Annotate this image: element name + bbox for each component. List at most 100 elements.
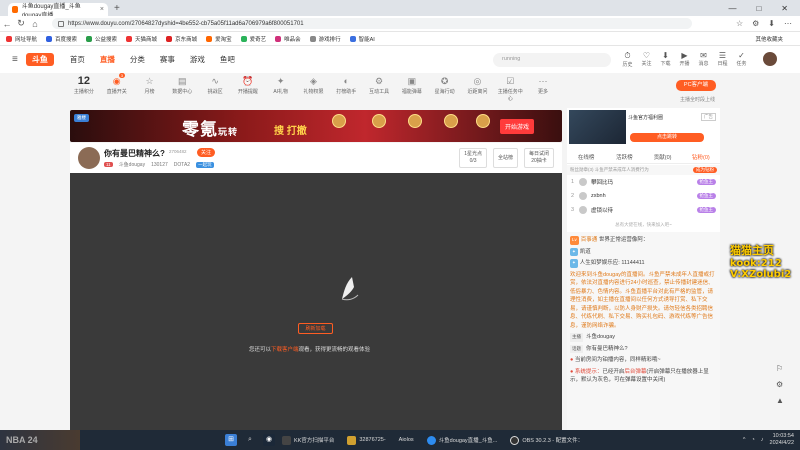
bookmark-item[interactable]: 唯品会: [275, 35, 301, 43]
become-fan-button[interactable]: 成为钻粉: [693, 167, 717, 173]
anchor-name[interactable]: 斗鱼dougay: [119, 161, 145, 168]
wifi-icon[interactable]: ◔: [751, 437, 754, 443]
tab-contribution[interactable]: 贡献(0): [644, 152, 682, 163]
tab-active[interactable]: 活跃榜: [605, 152, 643, 163]
feedback-icon[interactable]: ⚐: [776, 364, 784, 373]
bookmark-item[interactable]: 爱淘宝: [206, 35, 232, 43]
schedule-button[interactable]: ☰ 日程: [716, 51, 729, 68]
video-player[interactable]: [70, 173, 562, 430]
tab-diamond-fans[interactable]: 钻粉(0): [682, 152, 720, 163]
func-item[interactable]: ◐ 打榜助手: [332, 75, 360, 95]
volume-icon[interactable]: ♪: [761, 437, 764, 443]
list-item[interactable]: 3 虚锁以待 抢鱼王: [567, 204, 720, 216]
starlight-box[interactable]: 1星光点 0/3: [459, 148, 487, 168]
pc-client-button[interactable]: PC客户端: [676, 80, 716, 91]
daily-box[interactable]: 每日试闭 20抽卡: [523, 148, 554, 168]
bookmark-item[interactable]: 百度搜索: [46, 35, 77, 43]
level-item[interactable]: 12 主播积分: [70, 75, 98, 95]
nav-games[interactable]: 游戏: [190, 54, 205, 65]
func-item[interactable]: ⋯ 更多: [529, 75, 557, 95]
close-tab-icon[interactable]: ×: [100, 6, 104, 13]
close-window-icon[interactable]: ✕: [781, 4, 788, 13]
func-item[interactable]: ✪ 星海行动: [431, 75, 459, 95]
home-icon[interactable]: ⌂: [28, 19, 42, 29]
back-icon[interactable]: ←: [0, 19, 14, 29]
nav-home[interactable]: 首页: [70, 54, 85, 65]
download-button[interactable]: ⬇ 下载: [659, 51, 672, 68]
func-item[interactable]: ⚙ 互动工具: [365, 75, 393, 95]
category-badge[interactable]: 一起玩: [196, 161, 214, 168]
list-item[interactable]: 1 攀回比玛 抢鱼王: [567, 176, 720, 188]
message-button[interactable]: ✉ 消息: [697, 51, 710, 68]
task-button[interactable]: ✓ 任务: [735, 51, 748, 68]
refresh-button[interactable]: 刷新加载: [298, 323, 333, 334]
windows-start-icon[interactable]: ⊞: [225, 434, 237, 446]
bookmark-item[interactable]: 网址导航: [6, 35, 37, 43]
download-icon[interactable]: ⬇: [768, 19, 775, 28]
bookmark-item[interactable]: 公益搜索: [86, 35, 117, 43]
func-item[interactable]: ◈ 礼物权限: [300, 75, 328, 95]
bookmark-item[interactable]: 京东商城: [166, 35, 197, 43]
minimize-icon[interactable]: —: [728, 4, 736, 13]
star-icon[interactable]: ☆: [736, 19, 743, 28]
browser-tab[interactable]: 斗鱼dougay直播_斗鱼dougay直播... ×: [8, 3, 108, 19]
taskbar-app[interactable]: OBS 30.2.3 - 配置文件：: [510, 435, 583, 445]
func-item[interactable]: ▤ 数据中心: [168, 75, 196, 95]
follow-button[interactable]: 关注: [197, 148, 216, 157]
start-game-button[interactable]: 开始游戏: [500, 119, 535, 134]
steam-icon[interactable]: ◉: [263, 434, 275, 446]
chat-message: ✦ 凯道: [570, 247, 591, 256]
other-bookmarks[interactable]: 其他收藏夹: [755, 35, 791, 43]
extensions-icon[interactable]: ⚙: [752, 19, 759, 28]
history-button[interactable]: ⏱ 历史: [621, 51, 634, 68]
func-item[interactable]: ⏰ 开播提醒: [234, 75, 262, 95]
func-item[interactable]: ▣ 福能弹幕: [398, 75, 426, 95]
broadcast-button[interactable]: ▶ 开播: [678, 51, 691, 68]
site-rank-box[interactable]: 全站榜: [492, 148, 518, 168]
func-item[interactable]: ∿ 挑战区: [201, 75, 229, 95]
follow-button[interactable]: ♡ 关注: [640, 51, 653, 68]
main-nav: 首页 直播 分类 赛事 游戏 鱼吧: [70, 54, 235, 65]
menu-icon[interactable]: ⋯: [784, 19, 792, 28]
monthly-rank-icon: ☆: [145, 76, 154, 86]
hamburger-menu-icon[interactable]: ≡: [12, 54, 18, 65]
taskbar-app[interactable]: Aiolos: [399, 437, 414, 443]
promo-jump-button[interactable]: 点击跳转: [630, 133, 704, 142]
url-field[interactable]: https://www.douyu.com/27064827dyshid=4be…: [52, 18, 692, 29]
bookmark-item[interactable]: 天猫商城: [126, 35, 157, 43]
bookmark-item[interactable]: 爱奇艺: [240, 35, 266, 43]
nav-category[interactable]: 分类: [130, 54, 145, 65]
tab-online[interactable]: 在线榜: [567, 152, 605, 163]
list-item[interactable]: 2 zxbnh 抢鱼王: [567, 190, 720, 202]
download-client-link[interactable]: 下载客户端: [271, 347, 299, 353]
taskbar-app[interactable]: KK官方扫描平台: [282, 435, 334, 445]
bookmark-item[interactable]: 游戏排行: [309, 35, 341, 43]
new-tab-icon[interactable]: +: [114, 3, 120, 14]
chat-panel[interactable]: Lv 百事通 世界正常运营像阿： ✦ 凯道 ✦ 人生如梦娱乐应: 11144411 欢…: [567, 232, 720, 430]
maximize-icon[interactable]: □: [756, 4, 761, 13]
user-avatar[interactable]: [763, 52, 777, 66]
func-item[interactable]: ☑ 主播任务中心: [496, 75, 524, 102]
nav-events[interactable]: 赛事: [160, 54, 175, 65]
func-item[interactable]: ✦ AI礼物: [267, 75, 295, 95]
tray-arrow-icon[interactable]: ^: [743, 437, 746, 443]
taskbar-app[interactable]: 32876725-: [347, 435, 386, 445]
nav-fishbar[interactable]: 鱼吧: [220, 54, 235, 65]
game-ad-banner[interactable]: 雅楼 零氪玩转 搜 打撤 开始游戏: [70, 110, 562, 142]
clock[interactable]: 10:03:54 2024/4/22: [770, 433, 794, 447]
game-name[interactable]: DOTA2: [174, 162, 190, 168]
settings-icon[interactable]: ⚙: [776, 380, 784, 389]
taskbar-app[interactable]: 斗鱼dougay直播_斗鱼...: [426, 435, 497, 445]
anchor-avatar[interactable]: [78, 147, 100, 169]
nav-live[interactable]: 直播: [100, 54, 115, 65]
reload-icon[interactable]: ↻: [14, 18, 28, 29]
search-input[interactable]: running: [493, 53, 611, 67]
func-item[interactable]: ☆ 月榜: [136, 75, 164, 95]
site-logo[interactable]: 斗鱼: [25, 53, 54, 66]
func-item[interactable]: 3 ◉ 直播开关: [103, 73, 131, 95]
promo-card[interactable]: 斗鱼官方福利圈 广告 点击跳转: [567, 108, 720, 146]
search-icon[interactable]: ⌕: [244, 434, 256, 446]
bookmark-item[interactable]: 智能AI: [349, 35, 375, 43]
func-item[interactable]: ◎ 近距离问: [464, 75, 492, 95]
back-to-top-icon[interactable]: ▲: [776, 396, 784, 405]
